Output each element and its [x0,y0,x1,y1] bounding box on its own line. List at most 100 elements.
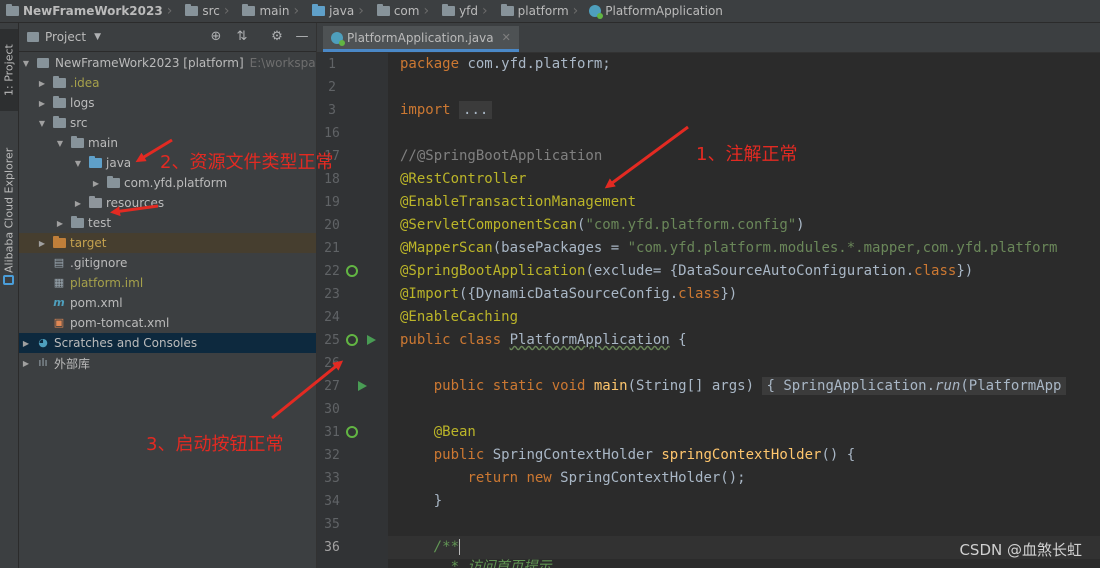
folder-icon [71,136,84,148]
folder-icon [6,4,19,16]
breadcrumb-item-platform[interactable]: platform › [495,0,586,22]
tree-item-test[interactable]: ▶ test [19,213,316,233]
resources-folder-icon [89,196,102,208]
code-line: public class PlatformApplication { [400,332,687,348]
chevron-right-icon: › [482,3,488,19]
breadcrumb-item-src[interactable]: src › [179,0,236,22]
code-line: return new SpringContextHolder(); [467,470,746,486]
tree-item-pom[interactable]: m pom.xml [19,293,316,313]
code-line: import ... [400,99,493,122]
folder-icon [53,76,66,88]
tree-item-logs[interactable]: ▶ logs [19,93,316,113]
expand-arrow-icon[interactable]: ▼ [21,59,31,68]
collapse-arrow-icon[interactable]: ▶ [37,79,47,88]
run-icon[interactable] [358,381,367,391]
editor-tab-bar: PlatformApplication.java ✕ [317,23,1100,53]
collapse-arrow-icon[interactable]: ▶ [73,199,83,208]
line-number: 20 [324,218,340,233]
expand-arrow-icon[interactable]: ▼ [37,119,47,128]
locate-icon[interactable]: ⊕ [209,30,223,44]
breadcrumb-item-main[interactable]: main › [236,0,306,22]
annotation-label-3: 3、启动按钮正常 [146,434,284,455]
spring-bean-icon[interactable] [346,426,358,438]
breadcrumb-item-class[interactable]: PlatformApplication [585,0,725,22]
spring-class-icon [589,5,604,19]
collapse-arrow-icon[interactable]: ▶ [91,179,101,188]
line-number: 30 [324,402,340,417]
expand-arrow-icon[interactable]: ▼ [73,159,83,168]
tool-tab-project[interactable]: 1: Project [0,29,18,111]
spring-bean-icon[interactable] [346,334,358,346]
breadcrumb-item-yfd[interactable]: yfd › [436,0,495,22]
line-number: 24 [324,310,340,325]
line-number: 19 [324,195,340,210]
breadcrumb-item-project[interactable]: NewFrameWork2023 › [0,0,179,22]
folder-icon [242,4,256,16]
tool-tab-cloud-explorer[interactable]: Alibaba Cloud Explorer [0,147,18,273]
chevron-down-icon: ▼ [94,32,101,42]
line-number: 27 [324,379,340,394]
spring-search-icon[interactable] [346,265,358,277]
tree-item-external-libraries[interactable]: ▶ ılı 外部库 [19,353,316,373]
tree-item-gitignore[interactable]: ▤ .gitignore [19,253,316,273]
collapse-arrow-icon[interactable]: ▶ [55,219,65,228]
code-line: public static void main(String[] args) {… [400,375,1066,398]
tree-item-target[interactable]: ▶ target [19,233,316,253]
collapse-all-icon[interactable]: ⇅ [235,30,249,44]
code-line: @MapperScan(basePackages = "com.yfd.plat… [400,240,1058,256]
line-number: 21 [324,241,340,256]
line-number: 26 [324,356,340,371]
breadcrumb-item-com[interactable]: com › [371,0,436,22]
tree-item-root[interactable]: ▼ NewFrameWork2023 [platform] E:\workspa [19,53,316,73]
collapse-arrow-icon[interactable]: ▶ [21,339,31,348]
tree-item-src[interactable]: ▼ src [19,113,316,133]
tree-item-scratches[interactable]: ▶ ◕ Scratches and Consoles [19,333,316,353]
collapse-arrow-icon[interactable]: ▶ [37,99,47,108]
tree-item-package[interactable]: ▶ com.yfd.platform [19,173,316,193]
line-number: 35 [324,517,340,532]
close-icon[interactable]: ✕ [502,31,511,44]
line-number: 23 [324,287,340,302]
line-number: 33 [324,471,340,486]
breadcrumb: NewFrameWork2023 › src › main › java › com › … [0,0,1100,23]
folded-imports[interactable]: ... [459,101,493,119]
module-file-icon: ▦ [53,276,65,289]
tree-item-idea[interactable]: ▶ .idea [19,73,316,93]
module-folder-icon [37,58,49,68]
chevron-right-icon: › [223,3,230,19]
tree-item-iml[interactable]: ▦ platform.iml [19,273,316,293]
cloud-icon[interactable] [3,275,14,285]
tab-platform-application[interactable]: PlatformApplication.java ✕ [323,26,519,52]
folder-icon [71,216,84,228]
code-line: public SpringContextHolder springContext… [433,447,856,463]
gear-icon[interactable]: ⚙ [270,30,284,44]
annotation-label-1: 1、注解正常 [696,144,798,165]
spring-class-icon [331,31,345,46]
project-view-selector[interactable]: Project ▼ [25,30,101,44]
chevron-right-icon: › [166,3,173,19]
source-folder-icon [89,156,102,168]
code-line: //@SpringBootApplication [400,148,603,164]
tree-item-resources[interactable]: ▶ resources [19,193,316,213]
line-number: 16 [324,126,340,141]
project-icon [27,32,39,42]
line-number: 36 [324,540,340,555]
line-number: 3 [328,103,336,118]
code-editor[interactable]: package com.yfd.platform; import ... //@… [388,53,1100,568]
editor-gutter: 1 2 3 16 17 18 19 20 21 22 23 24 25 26 2… [317,53,396,568]
collapse-arrow-icon[interactable]: ▶ [21,359,31,368]
run-icon[interactable] [367,335,376,345]
code-line: @EnableCaching [400,309,519,325]
package-icon [500,4,514,16]
folded-method-body[interactable]: { SpringApplication.run(PlatformApp [762,377,1066,395]
minimize-icon[interactable]: — [295,30,309,44]
expand-arrow-icon[interactable]: ▼ [55,139,65,148]
tree-item-pom-tomcat[interactable]: ▣ pom-tomcat.xml [19,313,316,333]
breadcrumb-item-java[interactable]: java › [306,0,371,22]
code-line: package com.yfd.platform; [400,56,611,72]
line-number: 1 [328,57,336,72]
chevron-right-icon: › [293,3,300,19]
collapse-arrow-icon[interactable]: ▶ [37,239,47,248]
code-line: @Import({DynamicDataSourceConfig.class}) [400,286,738,302]
left-tool-strip: 1: Project Alibaba Cloud Explorer [0,23,19,568]
